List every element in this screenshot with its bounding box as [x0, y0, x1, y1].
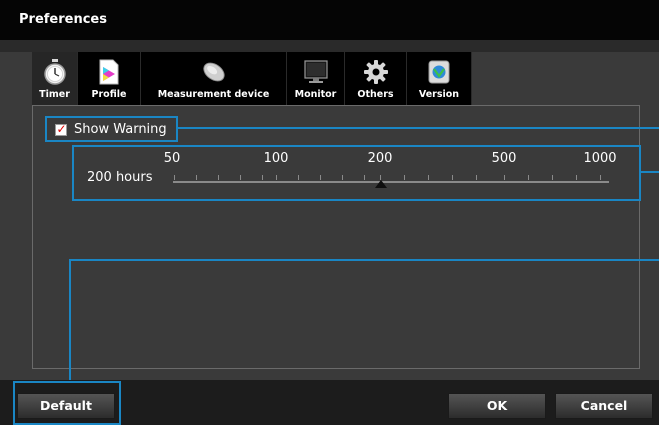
tab-timer[interactable]: Timer [32, 52, 78, 105]
slider-tick [552, 175, 553, 180]
slider-tick [528, 175, 529, 180]
scale-label: 1000 [583, 151, 617, 166]
calibration-sensor-icon [199, 57, 229, 87]
slider-tick [342, 175, 343, 180]
slider-tick [576, 175, 577, 180]
default-callout-vertical-line [69, 259, 71, 381]
tab-measurement-device-label: Measurement device [157, 89, 270, 100]
tab-monitor[interactable]: Monitor [287, 52, 345, 105]
stopwatch-icon [40, 57, 70, 87]
scale-label: 50 [163, 151, 181, 166]
slider-tick [404, 175, 405, 180]
timer-slider-callout [72, 145, 641, 201]
tab-version[interactable]: Version [407, 52, 472, 105]
slider-tick [320, 175, 321, 180]
slider-tick [276, 175, 277, 180]
scale-label: 200 [367, 151, 393, 166]
tab-version-label: Version [418, 89, 460, 100]
slider-tick [240, 175, 241, 180]
monitor-icon [301, 57, 331, 87]
color-profile-icon [94, 57, 124, 87]
slider-tick [298, 175, 299, 180]
tab-bar: Timer Profile Measurement device Monitor… [32, 52, 472, 105]
title-bar-strip [0, 40, 659, 52]
tab-others-label: Others [357, 89, 394, 100]
tab-timer-label: Timer [39, 89, 70, 100]
tab-profile[interactable]: Profile [78, 52, 141, 105]
slider-tick [600, 175, 601, 180]
slider-tick [364, 175, 365, 180]
default-button[interactable]: Default [17, 393, 115, 419]
slider-tick [218, 175, 219, 180]
tab-measurement-device[interactable]: Measurement device [141, 52, 287, 105]
slider-tick [504, 175, 505, 180]
scale-label: 500 [491, 151, 517, 166]
tab-profile-label: Profile [91, 89, 127, 100]
show-warning-label: Show Warning [74, 122, 167, 137]
slider-tick [452, 175, 453, 180]
timer-slider-track[interactable] [173, 181, 609, 183]
check-mark-icon: ✓ [56, 122, 67, 136]
tab-monitor-label: Monitor [294, 89, 337, 100]
slider-tick [262, 175, 263, 180]
slider-tick [428, 175, 429, 180]
title-bar: Preferences [0, 0, 659, 40]
tab-others[interactable]: Others [345, 52, 407, 105]
slider-tick [196, 175, 197, 180]
version-icon [424, 57, 454, 87]
preferences-window: Preferences Timer Profile Measurement de… [0, 0, 659, 425]
show-warning-callout-line [178, 127, 659, 129]
default-callout-horizontal-line [69, 259, 659, 261]
hours-value: 200 hours [87, 170, 153, 185]
cancel-button[interactable]: Cancel [555, 393, 653, 419]
show-warning-checkbox[interactable]: ✓ [55, 122, 67, 136]
timer-slider-callout-line [641, 171, 659, 173]
slider-tick [476, 175, 477, 180]
timer-slider-thumb[interactable] [375, 180, 387, 188]
slider-tick [174, 175, 175, 180]
ok-button[interactable]: OK [448, 393, 546, 419]
window-title: Preferences [19, 12, 107, 27]
scale-label: 100 [263, 151, 289, 166]
gear-icon [361, 57, 391, 87]
